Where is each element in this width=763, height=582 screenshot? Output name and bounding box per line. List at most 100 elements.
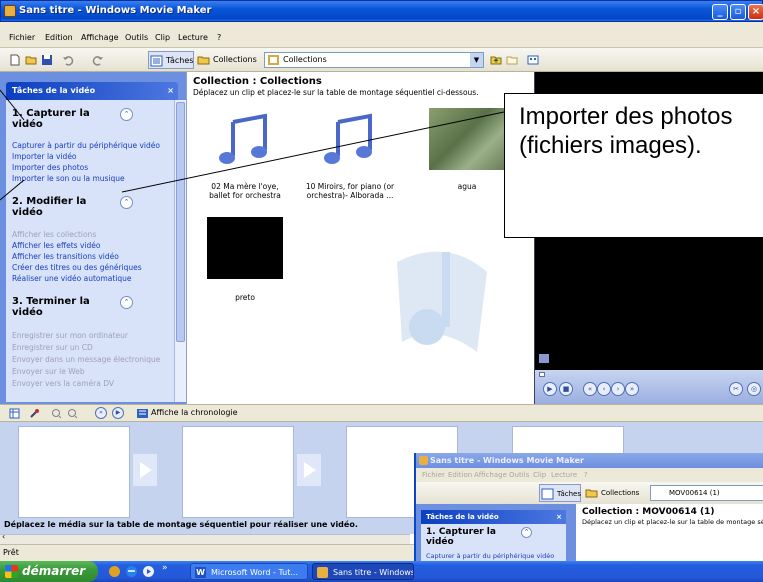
link-send-web[interactable]: Envoyer sur le Web: [12, 367, 85, 376]
open-folder-icon[interactable]: [25, 54, 37, 66]
playback-controls: ▶ ■ « ‹ › » ✂ ◎: [535, 370, 763, 404]
inset-collection-select-value: MOV00614 (1): [669, 489, 720, 497]
inset-section-toggle[interactable]: ⌃: [521, 527, 532, 538]
storyboard-icon[interactable]: [9, 408, 20, 419]
inset-menu-item[interactable]: Lecture: [551, 471, 577, 479]
rewind-button[interactable]: ‹: [597, 382, 611, 396]
link-show-effects[interactable]: Afficher les effets vidéo: [12, 241, 100, 250]
menu-edition[interactable]: Edition: [45, 33, 73, 42]
new-project-icon[interactable]: [9, 54, 21, 66]
menu-fichier[interactable]: Fichier: [9, 33, 35, 42]
new-folder-icon[interactable]: [506, 54, 518, 66]
seek-slider[interactable]: [539, 372, 545, 377]
save-icon[interactable]: [41, 54, 53, 66]
snapshot-button[interactable]: ◎: [747, 382, 761, 396]
chevron-down-icon[interactable]: ▼: [470, 53, 483, 67]
views-icon[interactable]: [527, 54, 539, 66]
section-finish-toggle[interactable]: ⌃: [120, 296, 133, 309]
collections-button[interactable]: Collections: [196, 51, 257, 69]
link-save-cd[interactable]: Enregistrer sur un CD: [12, 343, 93, 352]
monitor-small-icon[interactable]: [539, 354, 549, 363]
clip-item[interactable]: preto: [200, 217, 290, 317]
inset-link-capture-device[interactable]: Capturer à partir du périphérique vidéo: [426, 552, 554, 560]
link-show-collections[interactable]: Afficher les collections: [12, 230, 96, 239]
toolbar: Tâches Collections Collections ▼: [0, 48, 763, 72]
storyboard-frame[interactable]: [18, 426, 130, 518]
inset-menu-bar: Fichier Edition Affichage Outils Clip Le…: [416, 468, 763, 482]
next-frame-button[interactable]: »: [625, 382, 639, 396]
tasks-button[interactable]: Tâches: [148, 51, 194, 69]
inset-menu-item[interactable]: Clip: [533, 471, 546, 479]
split-clip-button[interactable]: ✂: [729, 382, 743, 396]
link-send-dv[interactable]: Envoyer vers la caméra DV: [12, 379, 114, 388]
zoom-out-icon[interactable]: [67, 408, 78, 419]
inset-collection-select[interactable]: MOV00614 (1): [650, 485, 763, 501]
menu-outils[interactable]: Outils: [125, 33, 148, 42]
menu-clip[interactable]: Clip: [155, 33, 170, 42]
previous-frame-button[interactable]: «: [583, 382, 597, 396]
inset-menu-item[interactable]: Affichage: [474, 471, 507, 479]
storyboard-scrollbar[interactable]: ‹: [0, 532, 410, 544]
menu-bar: Fichier Edition Affichage Outils Clip Le…: [0, 22, 763, 48]
inset-screenshot: Sans titre - Windows Movie Maker Fichier…: [414, 453, 763, 561]
redo-icon[interactable]: [92, 54, 104, 66]
menu-affichage[interactable]: Affichage: [81, 33, 119, 42]
film-note-watermark-icon: [397, 251, 487, 352]
inset-menu-item[interactable]: ?: [584, 471, 588, 479]
close-button[interactable]: ×: [748, 4, 763, 20]
quicklaunch-more-icon[interactable]: »: [162, 563, 168, 573]
storyboard-frame[interactable]: [182, 426, 294, 518]
tasks-icon: [541, 488, 554, 500]
taskbar: démarrer » W Microsoft Word - Tut... San…: [0, 561, 763, 582]
collections-folder-icon: [585, 489, 598, 498]
play-storyboard-button[interactable]: ▶: [112, 407, 124, 419]
callout-pointer-lines: [0, 89, 505, 201]
rewind-storyboard-button[interactable]: «: [95, 407, 107, 419]
inset-collections-button[interactable]: Collections: [584, 484, 640, 502]
quicklaunch-desktop-icon[interactable]: [108, 565, 121, 578]
maximize-button[interactable]: ▫: [730, 4, 746, 20]
forward-button[interactable]: ›: [611, 382, 625, 396]
clip-label: preto: [235, 293, 255, 302]
link-automovie[interactable]: Réaliser une vidéo automatique: [12, 274, 132, 283]
inset-menu-item[interactable]: Edition: [448, 471, 472, 479]
transition-arrow-icon[interactable]: [133, 454, 157, 486]
inset-task-pane: Tâches de la vidéo × 1. Capturer la vidé…: [416, 504, 576, 561]
timeline-toolbar: « ▶ Affiche la chronologie: [0, 404, 763, 422]
up-folder-icon[interactable]: [490, 54, 502, 66]
menu-help[interactable]: ?: [217, 33, 221, 42]
scroll-left-icon[interactable]: ‹: [2, 532, 5, 541]
start-label: démarrer: [22, 564, 86, 578]
play-button[interactable]: ▶: [543, 382, 557, 396]
inset-pane-close[interactable]: ×: [556, 510, 562, 524]
narration-mic-icon[interactable]: [29, 408, 40, 419]
link-show-transitions[interactable]: Afficher les transitions vidéo: [12, 252, 119, 261]
menu-lecture[interactable]: Lecture: [178, 33, 208, 42]
taskbar-word[interactable]: W Microsoft Word - Tut...: [190, 563, 308, 580]
inset-pane-header: Tâches de la vidéo ×: [421, 510, 566, 524]
inset-section-title[interactable]: 1. Capturer la vidéo: [426, 527, 498, 547]
quicklaunch-media-icon[interactable]: [142, 565, 155, 578]
show-timeline-link[interactable]: Affiche la chronologie: [151, 408, 238, 417]
quicklaunch-ie-icon[interactable]: [125, 565, 138, 578]
minimize-button[interactable]: _: [712, 4, 728, 20]
collection-select[interactable]: Collections ▼: [264, 52, 484, 68]
inset-menu-item[interactable]: Fichier: [422, 471, 445, 479]
taskbar-moviemaker[interactable]: Sans titre - Windows ...: [312, 563, 414, 580]
zoom-in-icon[interactable]: [51, 408, 62, 419]
start-button[interactable]: démarrer: [0, 561, 98, 582]
transition-arrow-icon[interactable]: [297, 454, 321, 486]
section-finish-title[interactable]: 3. Terminer la vidéo: [12, 296, 116, 318]
word-icon: W: [195, 567, 206, 578]
inset-menu-item[interactable]: Outils: [509, 471, 529, 479]
link-send-email[interactable]: Envoyer dans un message électronique: [12, 355, 160, 364]
inset-tasks-button[interactable]: Tâches: [539, 484, 581, 502]
link-save-computer[interactable]: Enregistrer sur mon ordinateur: [12, 331, 128, 340]
link-create-titles[interactable]: Créer des titres ou des génériques: [12, 263, 142, 272]
inset-collections-label: Collections: [601, 489, 640, 497]
inset-app-icon: [419, 456, 428, 465]
timeline-icon: [137, 409, 148, 418]
storyboard-message: Déplacez le média sur la table de montag…: [4, 520, 358, 529]
stop-button[interactable]: ■: [559, 382, 573, 396]
undo-icon[interactable]: [62, 54, 74, 66]
